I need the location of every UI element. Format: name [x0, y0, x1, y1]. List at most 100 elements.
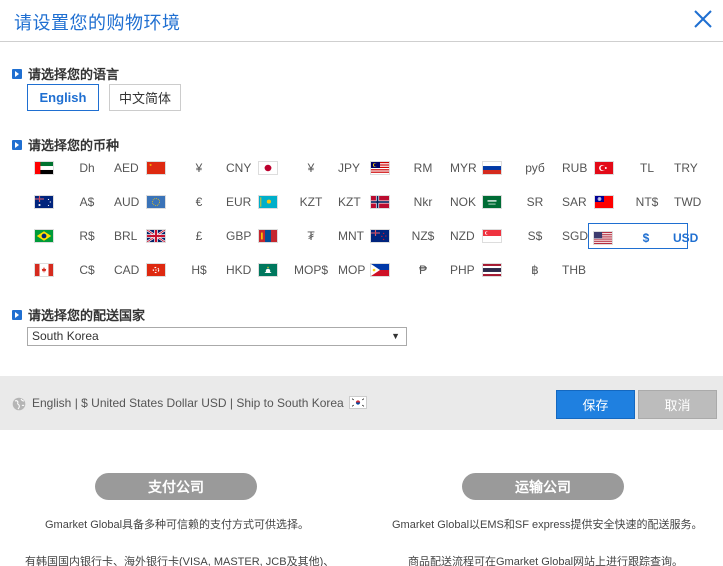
- ru-flag-icon: [482, 161, 502, 175]
- currency-symbol: TL: [639, 161, 654, 175]
- cancel-button[interactable]: 取消: [638, 390, 717, 419]
- currency-code: NOK: [450, 195, 477, 209]
- currency-symbol: €: [195, 195, 203, 209]
- currency-option-try[interactable]: TL TRY: [590, 154, 698, 182]
- currency-option-twd[interactable]: NT$ TWD: [590, 188, 701, 216]
- currency-option-nok[interactable]: Nkr NOK: [366, 188, 476, 216]
- currency-option-cny[interactable]: ¥ CNY: [142, 154, 251, 182]
- currency-code: HKD: [226, 263, 252, 277]
- currency-symbol: NZ$: [411, 229, 435, 243]
- au-flag-icon: [34, 195, 54, 209]
- currency-symbol: SR: [526, 195, 544, 209]
- currency-code: KZT: [338, 195, 361, 209]
- currency-label: 请选择您的币种: [28, 138, 120, 153]
- currency-option-aed[interactable]: Dh AED: [30, 154, 139, 182]
- dialog-header: 请设置您的购物环境: [0, 0, 723, 42]
- currency-symbol: A$: [79, 195, 95, 209]
- currency-code: BRL: [114, 229, 138, 243]
- sg-flag-icon: [482, 229, 502, 243]
- currency-code: TWD: [674, 195, 702, 209]
- currency-symbol: ¥: [307, 161, 315, 175]
- currency-section-label: 请选择您的币种: [12, 135, 119, 154]
- eu-flag-icon: [146, 195, 166, 209]
- currency-symbol: Dh: [79, 161, 95, 175]
- sa-flag-icon: [482, 195, 502, 209]
- currency-option-mop[interactable]: MOP$ MOP: [254, 256, 365, 284]
- close-icon[interactable]: [691, 7, 715, 31]
- currency-code: SAR: [562, 195, 587, 209]
- shipping-company-description-line1: Gmarket Global以EMS和SF express提供安全快速的配送服务…: [392, 519, 703, 531]
- currency-option-jpy[interactable]: ¥ JPY: [254, 154, 360, 182]
- tr-flag-icon: [594, 161, 614, 175]
- currency-symbol: NT$: [635, 195, 659, 209]
- payment-company-badge: 支付公司: [95, 473, 257, 500]
- currency-code: THB: [562, 263, 586, 277]
- currency-symbol: H$: [191, 263, 207, 277]
- currency-code: JPY: [338, 161, 361, 175]
- currency-code: USD: [673, 231, 699, 245]
- currency-symbol: C$: [79, 263, 95, 277]
- payment-description-line2: 有韩国国内银行卡、海外银行卡(VISA, MASTER, JCB及其他)、: [25, 556, 335, 566]
- currency-code: AUD: [114, 195, 140, 209]
- gb-flag-icon: [146, 229, 166, 243]
- currency-option-php[interactable]: ₱ PHP: [366, 256, 475, 284]
- language-label: 请选择您的语言: [28, 67, 120, 82]
- currency-symbol: MOP$: [293, 263, 328, 277]
- hk-flag-icon: [146, 263, 166, 277]
- jp-flag-icon: [258, 161, 278, 175]
- south-korea-flag-icon: [349, 396, 367, 409]
- globe-icon: [12, 397, 26, 411]
- language-option-english[interactable]: English: [27, 84, 99, 111]
- tw-flag-icon: [594, 195, 614, 209]
- shipping-label: 请选择您的配送国家: [28, 308, 146, 323]
- currency-option-usd[interactable]: $ USD: [588, 223, 698, 249]
- currency-symbol: $: [642, 231, 650, 245]
- nz-flag-icon: [370, 229, 390, 243]
- mo-flag-icon: [258, 263, 278, 277]
- currency-symbol: £: [195, 229, 203, 243]
- bullet-icon: [12, 309, 22, 320]
- shipping-country-select[interactable]: South Korea ▼: [27, 327, 407, 346]
- shipping-company-description-line2: 商品配送流程可在Gmarket Global网站上进行跟踪查询。: [408, 556, 684, 566]
- currency-option-gbp[interactable]: £ GBP: [142, 222, 251, 250]
- br-flag-icon: [34, 229, 54, 243]
- currency-option-eur[interactable]: € EUR: [142, 188, 251, 216]
- bullet-icon: [12, 68, 22, 79]
- ae-flag-icon: [34, 161, 54, 175]
- currency-option-cad[interactable]: C$ CAD: [30, 256, 139, 284]
- payment-description-line1: Gmarket Global具备多种可信赖的支付方式可供选择。: [45, 519, 310, 531]
- us-flag-icon: [593, 231, 613, 245]
- currency-option-aud[interactable]: A$ AUD: [30, 188, 139, 216]
- currency-code: CAD: [114, 263, 140, 277]
- currency-symbol: Nkr: [413, 195, 433, 209]
- currency-code: RUB: [562, 161, 588, 175]
- currency-option-myr[interactable]: RM MYR: [366, 154, 477, 182]
- currency-option-sgd[interactable]: S$ SGD: [478, 222, 588, 250]
- currency-symbol: ₱: [418, 263, 427, 277]
- currency-symbol: R$: [79, 229, 95, 243]
- currency-option-mnt[interactable]: ₮ MNT: [254, 222, 364, 250]
- currency-option-brl[interactable]: R$ BRL: [30, 222, 137, 250]
- currency-code: GBP: [226, 229, 252, 243]
- ca-flag-icon: [34, 263, 54, 277]
- currency-option-sar[interactable]: SR SAR: [478, 188, 587, 216]
- currency-option-kzt[interactable]: KZT KZT: [254, 188, 361, 216]
- shipping-country-value: South Korea: [32, 329, 99, 343]
- currency-code: CNY: [226, 161, 252, 175]
- kz-flag-icon: [258, 195, 278, 209]
- ph-flag-icon: [370, 263, 390, 277]
- currency-option-thb[interactable]: ฿ THB: [478, 256, 586, 284]
- dialog-title: 请设置您的购物环境: [14, 13, 181, 33]
- summary-text: English | $ United States Dollar USD | S…: [32, 396, 344, 410]
- no-flag-icon: [370, 195, 390, 209]
- bullet-icon: [12, 139, 22, 150]
- currency-symbol: ₮: [307, 229, 315, 243]
- currency-code: TRY: [674, 161, 698, 175]
- currency-symbol: ¥: [195, 161, 203, 175]
- currency-option-rub[interactable]: руб RUB: [478, 154, 587, 182]
- language-option-chinese[interactable]: 中文简体: [109, 84, 181, 111]
- currency-option-nzd[interactable]: NZ$ NZD: [366, 222, 475, 250]
- currency-option-hkd[interactable]: H$ HKD: [142, 256, 251, 284]
- save-button[interactable]: 保存: [556, 390, 635, 419]
- currency-symbol: S$: [527, 229, 543, 243]
